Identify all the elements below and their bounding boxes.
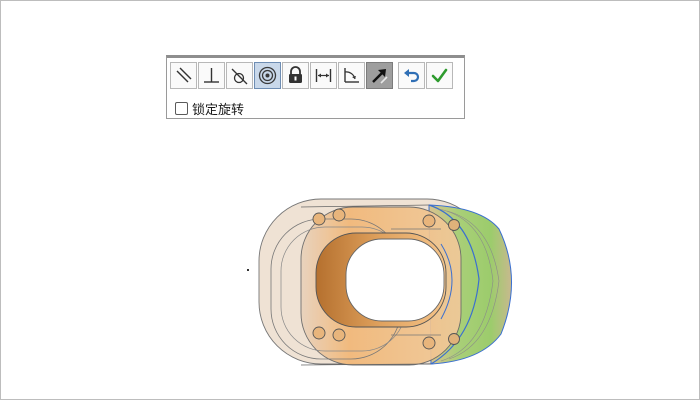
parallel-button[interactable] <box>170 62 197 89</box>
concentric-button[interactable] <box>254 62 281 89</box>
angle-button[interactable] <box>338 62 365 89</box>
tangent-button[interactable] <box>226 62 253 89</box>
lock-rotation-option[interactable]: 锁定旋转 <box>175 99 244 118</box>
mate-type-buttons <box>170 62 453 89</box>
flip-alignment-button[interactable] <box>366 62 393 89</box>
perpendicular-button[interactable] <box>198 62 225 89</box>
3d-part-model[interactable] <box>241 189 541 374</box>
parallel-icon <box>176 67 192 83</box>
undo-button[interactable] <box>398 62 425 89</box>
distance-icon <box>315 69 332 82</box>
ok-button[interactable] <box>426 62 453 89</box>
tangent-icon <box>231 68 248 85</box>
flip-alignment-icon <box>372 69 388 84</box>
distance-button[interactable] <box>310 62 337 89</box>
graphics-area[interactable]: 锁定旋转 <box>0 0 700 400</box>
lock-icon <box>289 66 302 83</box>
concentric-icon <box>258 66 277 85</box>
mate-popup-toolbar: 锁定旋转 <box>166 55 465 119</box>
lock-rotation-checkbox[interactable] <box>175 102 188 115</box>
lock-button[interactable] <box>282 62 309 89</box>
perpendicular-icon <box>204 68 219 83</box>
angle-icon <box>344 68 359 83</box>
undo-icon <box>404 69 420 83</box>
checkmark-icon <box>431 68 448 83</box>
lock-rotation-label: 锁定旋转 <box>192 103 245 118</box>
